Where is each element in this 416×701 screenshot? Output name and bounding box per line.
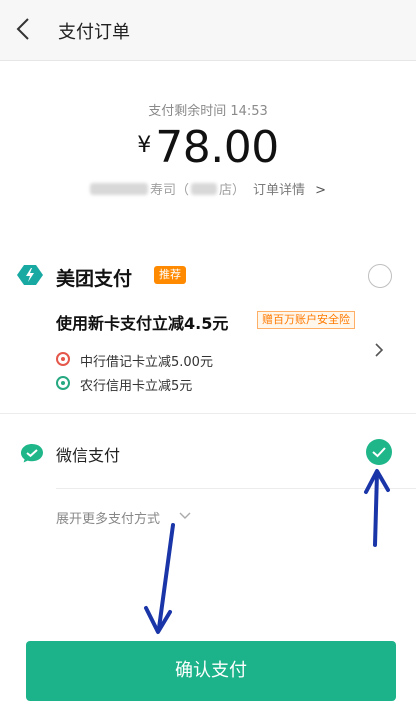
order-detail-link[interactable]: 订单详情	[253, 183, 305, 198]
arrow-down-to-button	[144, 523, 175, 634]
back-arrow-icon[interactable]	[12, 16, 38, 42]
divider	[0, 413, 416, 414]
chevron-right-icon: >	[315, 183, 326, 198]
header-bar: 支付订单	[0, 0, 416, 61]
payment-countdown: 支付剩余时间 14:53	[148, 104, 268, 119]
divider	[56, 488, 416, 489]
wechat-pay-radio[interactable]	[366, 439, 392, 465]
confirm-payment-button[interactable]: 确认支付	[26, 641, 396, 701]
currency-symbol: ¥	[137, 133, 152, 158]
amount-value: 78.00	[155, 122, 279, 173]
wechat-pay-title: 微信支付	[56, 446, 121, 465]
blurred-store-text	[90, 183, 149, 195]
wechat-pay-icon	[21, 444, 43, 463]
store-name: 寿司（ 店）	[150, 183, 246, 198]
meituan-pay-icon	[17, 265, 43, 285]
recommend-badge: 推荐	[154, 266, 186, 284]
order-amount: ¥78.00	[0, 122, 416, 173]
chevron-down-icon[interactable]	[178, 510, 192, 522]
insurance-tag: 赠百万账户安全险	[257, 311, 355, 329]
order-detail-row[interactable]: 寿司（ 店） 订单详情 >	[0, 179, 416, 198]
offer-item: 农行信用卡立减5元	[80, 379, 193, 394]
chevron-right-icon[interactable]	[372, 341, 386, 359]
blurred-branch-text	[191, 183, 218, 195]
checkmark-icon	[372, 447, 386, 458]
agricultural-bank-icon	[56, 376, 70, 390]
more-payment-methods[interactable]: 展开更多支付方式	[56, 508, 160, 527]
new-card-promo: 使用新卡支付立减4.5元	[56, 314, 229, 333]
bank-of-china-icon	[56, 352, 70, 366]
page-title: 支付订单	[58, 22, 130, 43]
offer-item: 中行借记卡立减5.00元	[80, 355, 213, 370]
meituan-pay-radio[interactable]	[368, 264, 392, 288]
meituan-pay-title: 美团支付	[56, 268, 133, 290]
arrow-up-to-radio	[364, 469, 390, 547]
